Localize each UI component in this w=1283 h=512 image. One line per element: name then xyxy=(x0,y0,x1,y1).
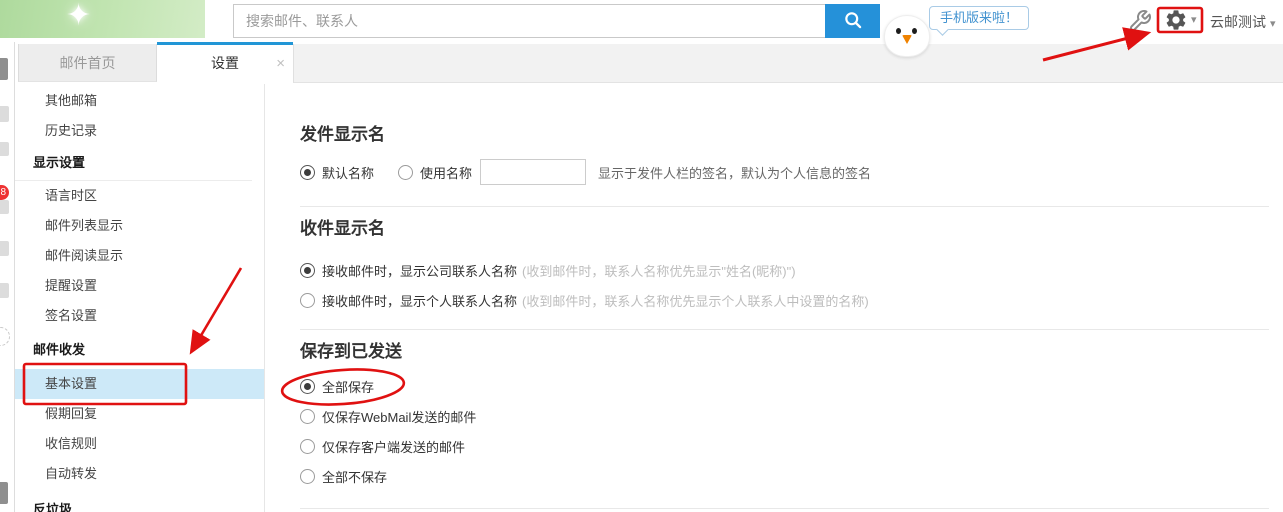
radio-save-all-label: 全部保存 xyxy=(322,377,374,396)
custom-name-input[interactable] xyxy=(480,159,586,185)
tab-settings-label: 设置 xyxy=(211,55,239,71)
rail-fragment xyxy=(0,200,9,214)
sidebar-item-auto-forward[interactable]: 自动转发 xyxy=(15,459,264,489)
search-input[interactable] xyxy=(233,4,825,38)
sparkle-icon: ✦ xyxy=(66,0,91,33)
sidebar-item-other-mailbox[interactable]: 其他邮箱 xyxy=(15,86,264,116)
sidebar-item-language-timezone[interactable]: 语言时区 xyxy=(15,181,264,211)
personal-contact-note: (收到邮件时，联系人名称优先显示个人联系人中设置的名称) xyxy=(522,291,869,310)
radio-save-client-label: 仅保存客户端发送的邮件 xyxy=(322,437,465,456)
tooltip-tail xyxy=(936,23,949,36)
sidebar-header-display-settings: 显示设置 xyxy=(15,146,264,180)
sender-name-description: 显示于发件人栏的签名，默认为个人信息的签名 xyxy=(598,163,871,182)
sidebar-item-signature-settings[interactable]: 签名设置 xyxy=(15,301,264,331)
sidebar-item-mail-reading-display[interactable]: 邮件阅读显示 xyxy=(15,241,264,271)
rail-fragment xyxy=(0,142,9,156)
rail-fragment xyxy=(0,58,8,80)
radio-personal-contact-label: 接收邮件时，显示个人联系人名称 xyxy=(322,291,517,310)
mail-mascot xyxy=(884,15,930,57)
magnifier-icon xyxy=(843,10,863,33)
section-title-recipient-display-name: 收件显示名 xyxy=(300,214,385,239)
tab-bar: 邮件首页 设置 × xyxy=(15,42,1283,84)
radio-custom-name-label: 使用名称 xyxy=(420,163,472,182)
account-menu[interactable]: 云邮测试 ▾ xyxy=(1210,12,1276,32)
mascot-eye xyxy=(912,28,917,34)
radio-company-contact-name[interactable] xyxy=(300,263,315,278)
search-button[interactable] xyxy=(825,4,880,38)
sender-name-options-row: 默认名称 使用名称 显示于发件人栏的签名，默认为个人信息的签名 xyxy=(300,158,871,186)
radio-save-webmail-label: 仅保存WebMail发送的邮件 xyxy=(322,407,476,426)
search-bar xyxy=(233,4,880,38)
radio-default-name-label: 默认名称 xyxy=(322,163,374,182)
save-client-option-row: 仅保存客户端发送的邮件 xyxy=(300,432,465,460)
section-divider xyxy=(300,508,1269,509)
save-none-option-row: 全部不保存 xyxy=(300,462,387,490)
account-name: 云邮测试 xyxy=(1210,14,1266,30)
mobile-version-tooltip-text: 手机版来啦！ xyxy=(940,10,1018,25)
radio-company-contact-label: 接收邮件时，显示公司联系人名称 xyxy=(322,261,517,280)
mascot-eye xyxy=(896,28,901,34)
sidebar-item-vacation-reply[interactable]: 假期回复 xyxy=(15,399,264,429)
radio-save-client[interactable] xyxy=(300,439,315,454)
company-contact-note: (收到邮件时，联系人名称优先显示"姓名(昵称)") xyxy=(522,261,796,280)
personal-contact-option-row: 接收邮件时，显示个人联系人名称 (收到邮件时，联系人名称优先显示个人联系人中设置… xyxy=(300,286,869,314)
company-contact-option-row: 接收邮件时，显示公司联系人名称 (收到邮件时，联系人名称优先显示"姓名(昵称)"… xyxy=(300,256,796,284)
section-title-sender-display-name: 发件显示名 xyxy=(300,120,385,145)
rail-fragment xyxy=(0,283,9,298)
sidebar-item-mail-list-display[interactable]: 邮件列表显示 xyxy=(15,211,264,241)
wrench-icon[interactable] xyxy=(1128,9,1152,33)
radio-save-webmail[interactable] xyxy=(300,409,315,424)
sidebar-item-history[interactable]: 历史记录 xyxy=(15,116,264,146)
gear-icon[interactable] xyxy=(1164,8,1188,32)
settings-content: 发件显示名 默认名称 使用名称 显示于发件人栏的签名，默认为个人信息的签名 收件… xyxy=(265,84,1283,512)
radio-default-name[interactable] xyxy=(300,165,315,180)
sidebar-item-receive-rules[interactable]: 收信规则 xyxy=(15,429,264,459)
tab-settings[interactable]: 设置 × xyxy=(157,42,293,84)
radio-save-none[interactable] xyxy=(300,469,315,484)
close-icon[interactable]: × xyxy=(276,45,285,83)
radio-save-all[interactable] xyxy=(300,379,315,394)
rail-dashed-circle xyxy=(0,327,10,346)
brand-logo-banner: ✦ xyxy=(0,0,205,38)
radio-custom-name[interactable] xyxy=(398,165,413,180)
rail-fragment xyxy=(0,482,8,504)
tab-bar-filler xyxy=(293,44,1283,83)
webmail-settings-page: ✦ 手机版来啦！ xyxy=(0,0,1283,512)
rail-fragment xyxy=(0,106,9,122)
account-caret-icon: ▾ xyxy=(1270,18,1276,30)
section-divider xyxy=(300,206,1269,207)
background-folder-rail: 8 xyxy=(0,42,15,512)
rail-fragment xyxy=(0,241,9,256)
sidebar-item-basic-settings[interactable]: 基本设置 xyxy=(15,369,264,399)
section-title-save-to-sent: 保存到已发送 xyxy=(300,337,402,362)
tab-mail-home[interactable]: 邮件首页 xyxy=(18,44,157,82)
unread-count-badge: 8 xyxy=(0,185,9,200)
save-webmail-option-row: 仅保存WebMail发送的邮件 xyxy=(300,402,476,430)
save-all-option-row: 全部保存 xyxy=(300,372,374,400)
section-divider xyxy=(300,329,1269,330)
radio-personal-contact-name[interactable] xyxy=(300,293,315,308)
mascot-nose xyxy=(902,35,912,44)
mobile-version-tooltip[interactable]: 手机版来啦！ xyxy=(929,6,1029,30)
sidebar-header-antispam: 反垃圾 xyxy=(15,489,264,512)
top-bar: ✦ 手机版来啦！ xyxy=(0,0,1283,42)
gear-caret-icon[interactable]: ▾ xyxy=(1191,13,1197,26)
sidebar-item-reminder-settings[interactable]: 提醒设置 xyxy=(15,271,264,301)
radio-save-none-label: 全部不保存 xyxy=(322,467,387,486)
settings-sidebar: 其他邮箱 历史记录 显示设置 语言时区 邮件列表显示 邮件阅读显示 提醒设置 签… xyxy=(15,84,265,512)
sidebar-header-send-receive: 邮件收发 xyxy=(15,331,264,369)
